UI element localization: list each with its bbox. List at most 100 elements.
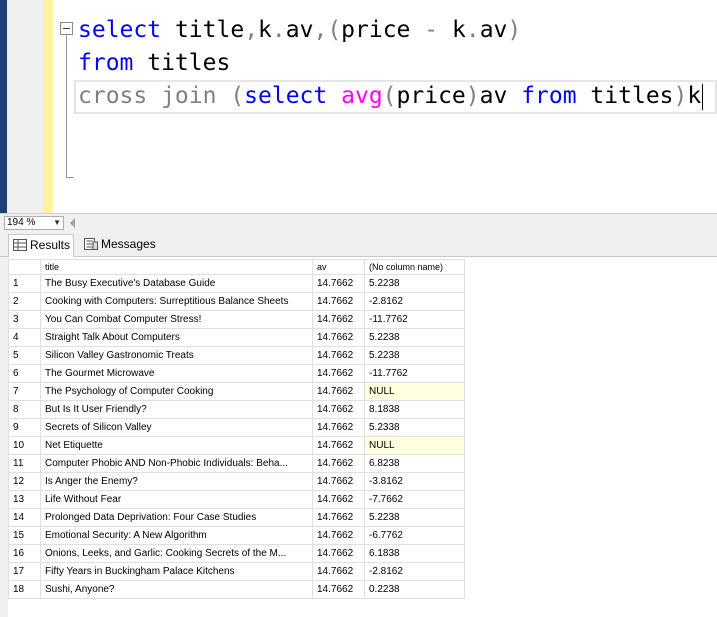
- column-header-no-name[interactable]: (No column name): [364, 259, 465, 275]
- row-number-cell[interactable]: 15: [8, 526, 41, 545]
- table-row[interactable]: 7 The Psychology of Computer Cooking 14.76…: [8, 382, 465, 401]
- table-row[interactable]: 12 Is Anger the Enemy? 14.7662 -3.8162: [8, 472, 465, 491]
- av-cell[interactable]: 14.7662: [312, 274, 365, 293]
- row-number-cell[interactable]: 6: [8, 364, 41, 383]
- difference-cell[interactable]: 5.2238: [364, 346, 465, 365]
- row-number-cell[interactable]: 2: [8, 292, 41, 311]
- row-number-cell[interactable]: 3: [8, 310, 41, 329]
- title-cell[interactable]: The Psychology of Computer Cooking: [40, 382, 313, 401]
- table-row[interactable]: 9 Secrets of Silicon Valley 14.7662 5.2338: [8, 418, 465, 437]
- row-number-header[interactable]: [8, 259, 41, 275]
- difference-cell[interactable]: -2.8162: [364, 562, 465, 581]
- title-cell[interactable]: Cooking with Computers: Surreptitious Ba…: [40, 292, 313, 311]
- title-cell[interactable]: Sushi, Anyone?: [40, 580, 313, 599]
- table-row[interactable]: 17 Fifty Years in Buckingham Palace Kitch…: [8, 562, 465, 581]
- code-line-3[interactable]: cross join (select avg(price)av from tit…: [78, 80, 704, 112]
- title-cell[interactable]: The Gourmet Microwave: [40, 364, 313, 383]
- title-cell[interactable]: But Is It User Friendly?: [40, 400, 313, 419]
- row-number-cell[interactable]: 17: [8, 562, 41, 581]
- table-row[interactable]: 18 Sushi, Anyone? 14.7662 0.2238: [8, 580, 465, 599]
- difference-cell[interactable]: -3.8162: [364, 472, 465, 491]
- table-row[interactable]: 6 The Gourmet Microwave 14.7662 -11.7762: [8, 364, 465, 383]
- difference-cell[interactable]: 5.2238: [364, 508, 465, 527]
- title-cell[interactable]: Secrets of Silicon Valley: [40, 418, 313, 437]
- av-cell[interactable]: 14.7662: [312, 580, 365, 599]
- table-row[interactable]: 8 But Is It User Friendly? 14.7662 8.1838: [8, 400, 465, 419]
- title-cell[interactable]: Straight Talk About Computers: [40, 328, 313, 347]
- zoom-dropdown[interactable]: 194 % ▼: [4, 216, 64, 230]
- av-cell[interactable]: 14.7662: [312, 310, 365, 329]
- title-cell[interactable]: Net Etiquette: [40, 436, 313, 455]
- table-row[interactable]: 16 Onions, Leeks, and Garlic: Cooking Sec…: [8, 544, 465, 563]
- row-number-cell[interactable]: 11: [8, 454, 41, 473]
- av-cell[interactable]: 14.7662: [312, 526, 365, 545]
- title-cell[interactable]: Fifty Years in Buckingham Palace Kitchen…: [40, 562, 313, 581]
- tab-results[interactable]: Results: [8, 234, 74, 257]
- title-cell[interactable]: You Can Combat Computer Stress!: [40, 310, 313, 329]
- difference-cell[interactable]: -11.7762: [364, 364, 465, 383]
- av-cell[interactable]: 14.7662: [312, 436, 365, 455]
- title-cell[interactable]: Silicon Valley Gastronomic Treats: [40, 346, 313, 365]
- table-row[interactable]: 11 Computer Phobic AND Non-Phobic Individ…: [8, 454, 465, 473]
- av-cell[interactable]: 14.7662: [312, 562, 365, 581]
- av-cell[interactable]: 14.7662: [312, 544, 365, 563]
- scroll-left-icon[interactable]: [70, 218, 75, 228]
- difference-cell[interactable]: NULL: [364, 436, 465, 455]
- row-number-cell[interactable]: 1: [8, 274, 41, 293]
- row-number-cell[interactable]: 4: [8, 328, 41, 347]
- av-cell[interactable]: 14.7662: [312, 400, 365, 419]
- difference-cell[interactable]: 6.1838: [364, 544, 465, 563]
- av-cell[interactable]: 14.7662: [312, 364, 365, 383]
- av-cell[interactable]: 14.7662: [312, 346, 365, 365]
- av-cell[interactable]: 14.7662: [312, 490, 365, 509]
- code-line-2[interactable]: from titles: [78, 47, 230, 79]
- row-number-cell[interactable]: 7: [8, 382, 41, 401]
- table-row[interactable]: 4 Straight Talk About Computers 14.7662 5.2…: [8, 328, 465, 347]
- table-row[interactable]: 15 Emotional Security: A New Algorithm 14.…: [8, 526, 465, 545]
- difference-cell[interactable]: 8.1838: [364, 400, 465, 419]
- difference-cell[interactable]: -2.8162: [364, 292, 465, 311]
- av-cell[interactable]: 14.7662: [312, 454, 365, 473]
- difference-cell[interactable]: -7.7662: [364, 490, 465, 509]
- av-cell[interactable]: 14.7662: [312, 292, 365, 311]
- difference-cell[interactable]: 6.8238: [364, 454, 465, 473]
- av-cell[interactable]: 14.7662: [312, 382, 365, 401]
- table-row[interactable]: 2 Cooking with Computers: Surreptitious B…: [8, 292, 465, 311]
- row-number-cell[interactable]: 14: [8, 508, 41, 527]
- title-cell[interactable]: Is Anger the Enemy?: [40, 472, 313, 491]
- difference-cell[interactable]: -6.7762: [364, 526, 465, 545]
- title-cell[interactable]: Prolonged Data Deprivation: Four Case St…: [40, 508, 313, 527]
- av-cell[interactable]: 14.7662: [312, 418, 365, 437]
- row-number-cell[interactable]: 8: [8, 400, 41, 419]
- column-header-title[interactable]: title: [40, 259, 313, 275]
- difference-cell[interactable]: 5.2338: [364, 418, 465, 437]
- title-cell[interactable]: The Busy Executive's Database Guide: [40, 274, 313, 293]
- difference-cell[interactable]: NULL: [364, 382, 465, 401]
- difference-cell[interactable]: 5.2238: [364, 274, 465, 293]
- row-number-cell[interactable]: 16: [8, 544, 41, 563]
- row-number-cell[interactable]: 12: [8, 472, 41, 491]
- title-cell[interactable]: Emotional Security: A New Algorithm: [40, 526, 313, 545]
- code-line-1[interactable]: select title,k.av,(price - k.av): [78, 14, 521, 46]
- table-row[interactable]: 13 Life Without Fear 14.7662 -7.7662: [8, 490, 465, 509]
- difference-cell[interactable]: -11.7762: [364, 310, 465, 329]
- title-cell[interactable]: Computer Phobic AND Non-Phobic Individua…: [40, 454, 313, 473]
- results-grid[interactable]: title av (No column name) 1 The Busy Exec…: [8, 259, 465, 599]
- table-row[interactable]: 5 Silicon Valley Gastronomic Treats 14.766…: [8, 346, 465, 365]
- title-cell[interactable]: Life Without Fear: [40, 490, 313, 509]
- row-number-cell[interactable]: 9: [8, 418, 41, 437]
- row-number-cell[interactable]: 5: [8, 346, 41, 365]
- collapse-icon[interactable]: [60, 22, 73, 35]
- row-number-cell[interactable]: 13: [8, 490, 41, 509]
- table-row[interactable]: 1 The Busy Executive's Database Guide 14.7…: [8, 274, 465, 293]
- column-header-av[interactable]: av: [312, 259, 365, 275]
- row-number-cell[interactable]: 18: [8, 580, 41, 599]
- row-number-cell[interactable]: 10: [8, 436, 41, 455]
- difference-cell[interactable]: 0.2238: [364, 580, 465, 599]
- table-row[interactable]: 10 Net Etiquette 14.7662 NULL: [8, 436, 465, 455]
- difference-cell[interactable]: 5.2238: [364, 328, 465, 347]
- tab-messages[interactable]: Messages: [80, 234, 160, 257]
- av-cell[interactable]: 14.7662: [312, 328, 365, 347]
- av-cell[interactable]: 14.7662: [312, 472, 365, 491]
- table-row[interactable]: 3 You Can Combat Computer Stress! 14.7662-…: [8, 310, 465, 329]
